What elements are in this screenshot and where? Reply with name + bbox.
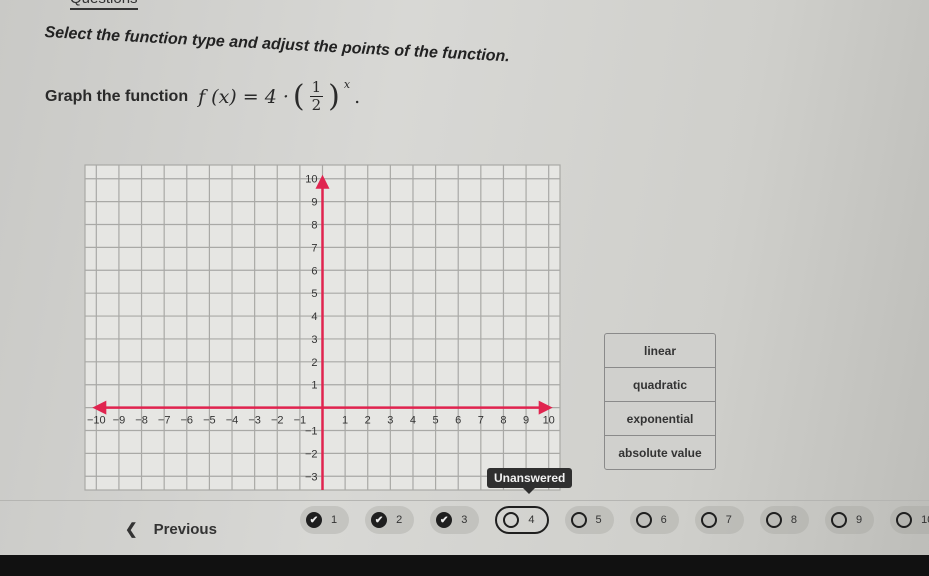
y-tick-label: 4	[311, 311, 317, 323]
check-circle-icon: ✔	[306, 512, 322, 528]
y-tick-label: 3	[311, 334, 317, 346]
empty-circle-icon	[503, 512, 520, 528]
type-option-absolute-value[interactable]: absolute value	[605, 436, 715, 469]
x-tick-label: −9	[113, 415, 126, 427]
y-tick-label: 2	[311, 357, 317, 369]
previous-button[interactable]: ❮ Previous	[125, 520, 217, 539]
graph-canvas[interactable]: −10 −9 −8 −7 −6 −5 −4 −3 −2 −1 1 2 3 4 5 6 7 8 9 10 10 9 8 7 6 5 4…	[60, 150, 580, 500]
question-number: 4	[528, 514, 535, 526]
question-number: 10	[921, 514, 929, 526]
question-number: 3	[461, 514, 468, 526]
x-tick-label: 7	[478, 415, 484, 427]
question-number: 6	[660, 514, 667, 526]
section-tab[interactable]: Questions	[70, 0, 138, 10]
function-lhs: f (x) = 4 ·	[198, 85, 289, 108]
function-expression: f (x) = 4 · ( 1 2 ) x .	[198, 78, 361, 114]
footer-divider	[0, 500, 929, 501]
question-number: 7	[725, 514, 732, 526]
type-option-quadratic[interactable]: quadratic	[605, 368, 715, 402]
question-nav-2[interactable]: ✔ 2	[365, 506, 415, 534]
status-tooltip: Unanswered	[487, 468, 573, 494]
question-prompt: Graph the function f (x) = 4 · ( 1 2 ) x…	[45, 78, 361, 114]
question-number: 9	[856, 514, 863, 526]
x-tick-label: 9	[523, 415, 529, 427]
y-tick-label: 5	[311, 288, 317, 300]
question-nav-7[interactable]: 7	[694, 506, 744, 534]
exponent: x	[343, 78, 351, 91]
x-tick-label: 5	[433, 415, 439, 427]
right-paren: )	[328, 78, 340, 114]
question-number: 5	[595, 514, 602, 526]
question-number: 8	[790, 514, 797, 526]
x-tick-label: 2	[365, 415, 371, 427]
y-tick-label: 7	[311, 242, 317, 254]
empty-circle-icon	[831, 512, 847, 528]
x-tick-label: 4	[410, 415, 416, 427]
question-nav-9[interactable]: 9	[825, 506, 875, 534]
question-number: 1	[331, 514, 338, 526]
question-nav-5[interactable]: 5	[564, 506, 614, 534]
left-paren: (	[292, 78, 305, 114]
y-tick-label: 1	[311, 380, 317, 392]
question-nav-8[interactable]: 8	[759, 506, 809, 534]
check-circle-icon: ✔	[436, 512, 453, 528]
question-number: 2	[396, 514, 403, 526]
x-tick-label: −4	[226, 415, 239, 427]
x-tick-label: −7	[158, 415, 171, 427]
x-tick-label: −5	[203, 415, 216, 427]
y-tick-label: −2	[305, 448, 318, 460]
trailing-period: .	[354, 85, 361, 108]
base-denominator: 2	[311, 96, 322, 114]
question-nav-4[interactable]: 4	[495, 506, 549, 534]
base-numerator: 1	[309, 78, 324, 97]
type-option-linear[interactable]: linear	[605, 334, 715, 368]
x-tick-label: 6	[455, 415, 461, 427]
empty-circle-icon	[765, 512, 782, 528]
y-tick-label: 6	[311, 265, 317, 277]
x-tick-label: −6	[181, 415, 194, 427]
y-tick-label: −3	[305, 471, 318, 483]
empty-circle-icon	[570, 512, 587, 528]
empty-circle-icon	[635, 512, 652, 528]
previous-label: Previous	[153, 520, 217, 538]
coordinate-graph[interactable]: −10 −9 −8 −7 −6 −5 −4 −3 −2 −1 1 2 3 4 5 6 7 8 9 10 10 9 8 7 6 5 4…	[60, 150, 580, 500]
empty-circle-icon	[700, 512, 717, 528]
y-tick-label: −1	[305, 425, 318, 437]
check-circle-icon: ✔	[371, 512, 388, 528]
y-tick-label: 10	[305, 174, 317, 186]
x-tick-label: −10	[87, 415, 106, 427]
function-type-list: linear quadratic exponential absolute va…	[604, 333, 716, 470]
x-tick-label: −2	[271, 415, 284, 427]
x-tick-label: 3	[387, 415, 393, 427]
question-navigator: ✔1✔2✔345678910...	[300, 506, 929, 534]
question-nav-6[interactable]: 6	[629, 506, 679, 534]
instruction-text: Select the function type and adjust the …	[44, 24, 511, 66]
base-fraction: 1 2	[309, 78, 324, 114]
screen-bezel	[0, 555, 929, 576]
question-nav-3[interactable]: ✔ 3	[430, 506, 480, 534]
y-tick-label: 8	[311, 220, 317, 232]
x-tick-label: −3	[248, 415, 261, 427]
type-option-exponential[interactable]: exponential	[605, 402, 715, 436]
x-tick-label: 8	[500, 415, 506, 427]
x-tick-label: 1	[342, 415, 348, 427]
x-tick-label: −8	[135, 415, 148, 427]
question-nav-10[interactable]: 10	[890, 506, 929, 534]
chevron-left-icon: ❮	[125, 521, 138, 538]
x-tick-label: 10	[543, 415, 555, 427]
prompt-label: Graph the function	[45, 87, 189, 105]
question-nav-1[interactable]: ✔ 1	[300, 506, 350, 534]
empty-circle-icon	[896, 512, 913, 528]
y-tick-label: 9	[311, 197, 317, 209]
